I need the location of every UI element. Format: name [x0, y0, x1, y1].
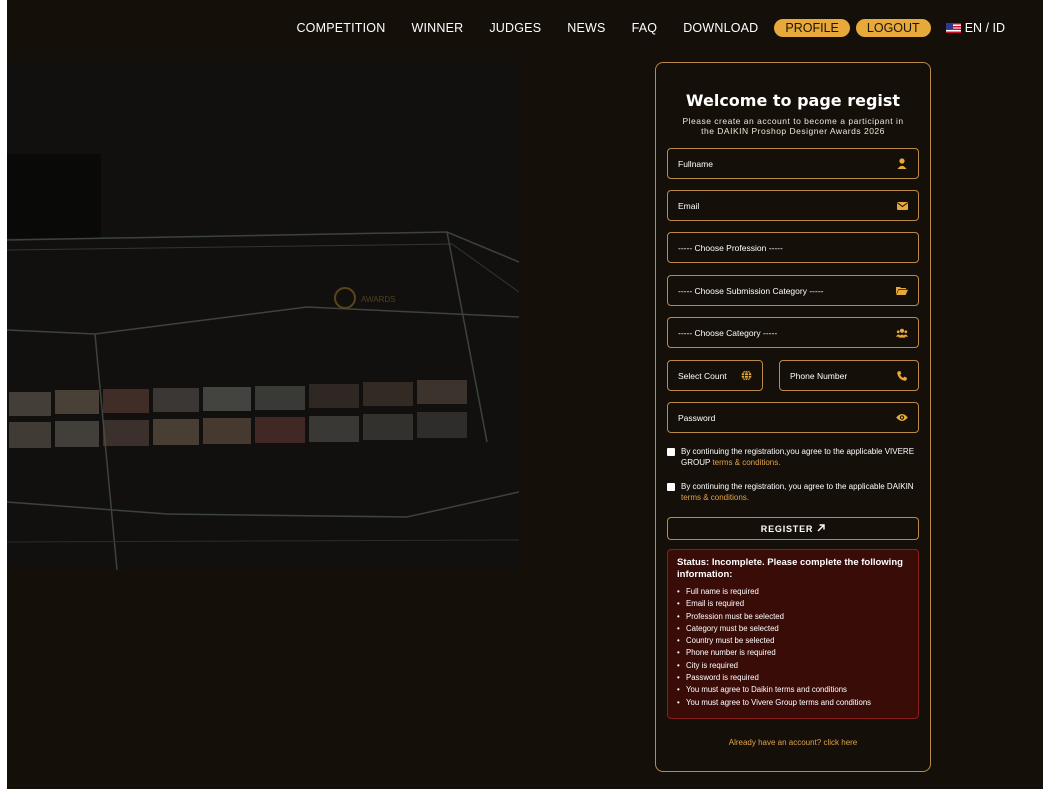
fullname-placeholder: Fullname — [678, 158, 713, 169]
nav-competition[interactable]: COMPETITION — [283, 21, 398, 35]
nav-faq[interactable]: FAQ — [619, 21, 671, 35]
status-item: You must agree to Vivere Group terms and… — [677, 697, 909, 710]
vivere-terms-link[interactable]: terms & conditions. — [712, 458, 780, 467]
status-item: Country must be selected — [677, 635, 909, 648]
hero-image: AWARDS — [7, 62, 519, 570]
login-link[interactable]: Already have an account? click here — [656, 738, 930, 747]
status-item: Category must be selected — [677, 623, 909, 636]
us-flag-icon — [945, 23, 961, 33]
nav-download[interactable]: DOWNLOAD — [670, 21, 771, 35]
status-alert: Status: Incomplete. Please complete the … — [667, 549, 919, 719]
profession-selected: ----- Choose Profession ----- — [678, 242, 783, 253]
folder-icon — [896, 285, 908, 297]
agree-daikin-text: By continuing the registration, you agre… — [681, 482, 914, 491]
agree-vivere-label: By continuing the registration,you agree… — [681, 446, 923, 468]
status-item: Profession must be selected — [677, 611, 909, 624]
page-subtitle: Please create an account to become a par… — [682, 116, 904, 136]
country-selected: Select Count — [678, 370, 727, 381]
status-item: Email is required — [677, 598, 909, 611]
status-list: Full name is required Email is required … — [677, 586, 909, 709]
logout-button[interactable]: LOGOUT — [855, 19, 931, 37]
profile-button[interactable]: PROFILE — [774, 19, 850, 37]
nav-news[interactable]: NEWS — [554, 21, 618, 35]
globe-icon — [740, 370, 752, 382]
eye-icon[interactable] — [896, 412, 908, 424]
submission-category-select[interactable]: ----- Choose Submission Category ----- — [667, 275, 919, 306]
agree-daikin-label: By continuing the registration, you agre… — [681, 481, 923, 503]
category-select[interactable]: ----- Choose Category ----- — [667, 317, 919, 348]
register-button[interactable]: REGISTER — [667, 517, 919, 540]
profession-select[interactable]: ----- Choose Profession ----- — [667, 232, 919, 263]
top-nav: COMPETITION WINNER JUDGES NEWS FAQ DOWNL… — [7, 0, 1043, 56]
agree-vivere-checkbox[interactable] — [667, 448, 675, 456]
fullname-field[interactable]: Fullname — [667, 148, 919, 179]
status-item: City is required — [677, 660, 909, 673]
status-item: You must agree to Daikin terms and condi… — [677, 684, 909, 697]
agree-daikin-checkbox[interactable] — [667, 483, 675, 491]
agree-vivere-row: By continuing the registration,you agree… — [667, 446, 923, 468]
status-title: Status: Incomplete. Please complete the … — [677, 557, 903, 580]
status-item: Password is required — [677, 672, 909, 685]
page-title: Welcome to page regist — [685, 91, 901, 110]
password-field[interactable]: Password — [667, 402, 919, 433]
page: COMPETITION WINNER JUDGES NEWS FAQ DOWNL… — [7, 0, 1043, 789]
category-selected: ----- Choose Category ----- — [678, 327, 778, 338]
agree-daikin-row: By continuing the registration, you agre… — [667, 481, 923, 503]
submission-category-selected: ----- Choose Submission Category ----- — [678, 285, 824, 296]
status-item: Phone number is required — [677, 647, 909, 660]
envelope-icon — [896, 200, 908, 212]
password-placeholder: Password — [678, 412, 716, 423]
language-switcher[interactable]: EN / ID — [945, 21, 1005, 35]
nav-judges[interactable]: JUDGES — [476, 21, 554, 35]
nav-winner[interactable]: WINNER — [398, 21, 476, 35]
display-case-illustration: AWARDS — [7, 62, 519, 570]
email-placeholder: Email — [678, 200, 700, 211]
arrow-up-right-icon — [817, 523, 825, 534]
daikin-terms-link[interactable]: terms & conditions. — [681, 493, 749, 502]
status-item: Full name is required — [677, 586, 909, 599]
user-icon — [896, 158, 908, 170]
users-icon — [896, 327, 908, 339]
email-field[interactable]: Email — [667, 190, 919, 221]
register-label: REGISTER — [760, 523, 814, 534]
registration-card: Welcome to page regist Please create an … — [655, 62, 931, 772]
country-select[interactable]: Select Count — [667, 360, 763, 391]
phone-icon — [896, 370, 908, 382]
phone-field[interactable]: Phone Number — [779, 360, 919, 391]
phone-placeholder: Phone Number — [790, 370, 848, 381]
language-label: EN / ID — [964, 21, 1005, 35]
